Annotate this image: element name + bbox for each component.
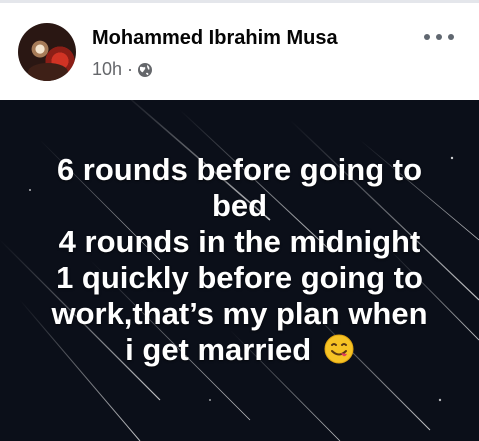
post-timestamp[interactable]: 10h bbox=[92, 59, 122, 80]
globe-icon bbox=[138, 62, 153, 77]
meta-separator: · bbox=[127, 59, 134, 79]
post-text-line: work,that’s my plan when bbox=[51, 296, 428, 331]
more-options-icon[interactable] bbox=[424, 31, 454, 43]
post-text-line: 1 quickly before going to bbox=[56, 260, 423, 295]
post-text: 6 rounds before going to bed 4 rounds in… bbox=[0, 152, 479, 368]
author-name[interactable]: Mohammed Ibrahim Musa bbox=[92, 27, 338, 50]
more-dot bbox=[424, 34, 430, 40]
post-meta: 10h · bbox=[92, 59, 153, 80]
author-avatar[interactable] bbox=[18, 23, 76, 81]
post-text-line: 6 rounds before going to bbox=[56, 152, 423, 187]
post-header: Mohammed Ibrahim Musa 10h · bbox=[0, 3, 479, 100]
post-text-line: bed bbox=[211, 188, 268, 223]
face-savoring-food-emoji bbox=[324, 334, 354, 364]
post-background: 6 rounds before going to bed 4 rounds in… bbox=[0, 100, 479, 441]
post-text-line: 4 rounds in the midnight bbox=[58, 224, 421, 259]
post-text-last-line: i get married bbox=[0, 332, 479, 368]
post-text-line: i get married bbox=[125, 332, 312, 367]
more-dot bbox=[448, 34, 454, 40]
more-dot bbox=[436, 34, 442, 40]
